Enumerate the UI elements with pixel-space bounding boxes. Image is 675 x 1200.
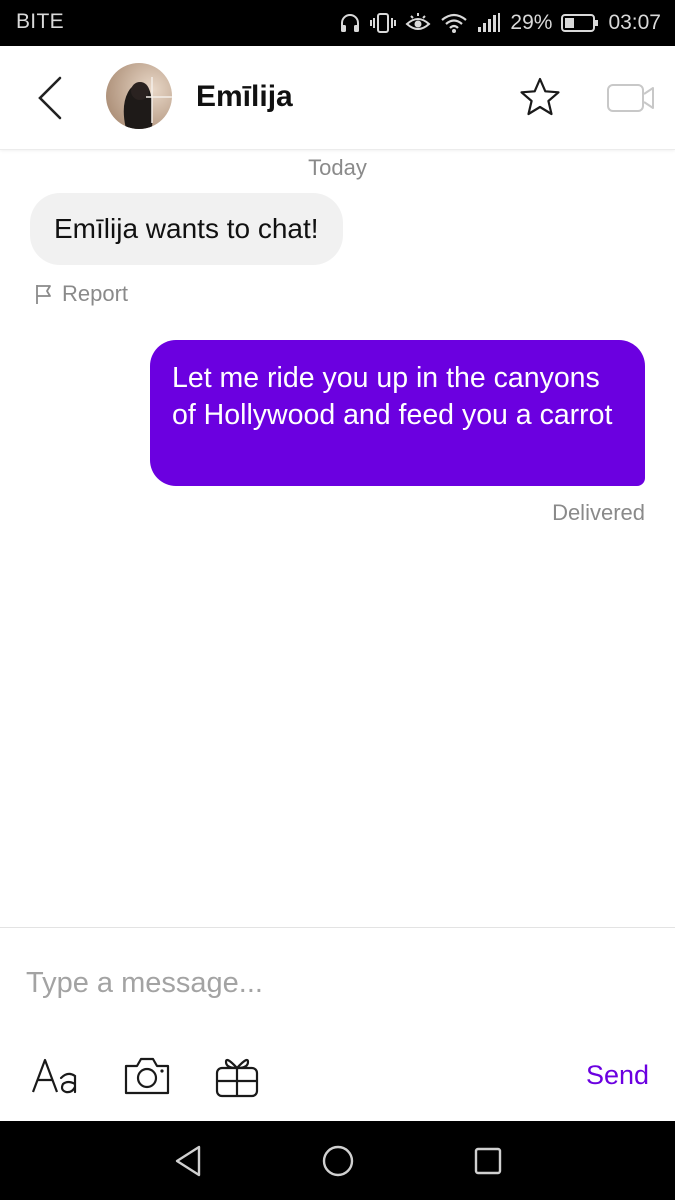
video-call-button[interactable] <box>606 82 656 114</box>
delivery-status: Delivered <box>552 500 645 525</box>
recents-square-icon <box>474 1147 502 1175</box>
avatar[interactable] <box>106 63 172 129</box>
message-input[interactable] <box>26 960 646 1006</box>
camera-icon <box>124 1057 170 1095</box>
text-style-button[interactable] <box>30 1052 84 1100</box>
carrier-name: BITE <box>16 10 64 33</box>
gift-button[interactable] <box>210 1052 264 1100</box>
chat-header: Emīlija <box>0 46 675 150</box>
gift-icon <box>215 1058 259 1098</box>
video-camera-icon <box>607 84 654 112</box>
signal-icon <box>477 12 501 34</box>
status-icons: 29% 03:07 <box>339 8 661 38</box>
nav-home-button[interactable] <box>318 1141 358 1181</box>
nav-recents-button[interactable] <box>468 1141 508 1181</box>
outgoing-message-text: Let me ride you up in the canyons of Hol… <box>172 362 613 431</box>
back-button[interactable] <box>30 74 70 122</box>
back-triangle-icon <box>175 1145 201 1177</box>
incoming-message-text: Emīlija wants to chat! <box>54 213 319 244</box>
nav-back-button[interactable] <box>168 1141 208 1181</box>
report-link[interactable]: Report <box>34 281 128 307</box>
battery-icon <box>561 12 599 34</box>
star-outline-icon <box>520 77 560 116</box>
status-bar: BITE 29% 03:07 <box>0 0 675 46</box>
headphones-icon <box>339 12 361 34</box>
battery-percentage: 29% <box>510 11 553 34</box>
day-divider: Today <box>308 155 367 180</box>
system-navigation-bar <box>0 1121 675 1200</box>
outgoing-message-bubble: Let me ride you up in the canyons of Hol… <box>150 340 645 486</box>
clock: 03:07 <box>608 11 661 34</box>
chevron-left-icon <box>38 76 62 120</box>
home-circle-icon <box>322 1145 354 1177</box>
contact-name[interactable]: Emīlija <box>196 80 293 114</box>
report-label: Report <box>62 281 129 306</box>
message-composer: Send <box>0 927 675 1121</box>
camera-button[interactable] <box>120 1052 174 1100</box>
text-style-icon <box>31 1058 77 1094</box>
wifi-icon <box>440 12 468 34</box>
vibrate-icon <box>370 12 397 34</box>
send-button[interactable]: Send <box>586 1060 649 1091</box>
flag-icon <box>36 285 51 304</box>
eye-comfort-icon <box>405 12 431 34</box>
incoming-message-bubble: Emīlija wants to chat! <box>30 193 343 265</box>
favorite-button[interactable] <box>518 76 562 118</box>
